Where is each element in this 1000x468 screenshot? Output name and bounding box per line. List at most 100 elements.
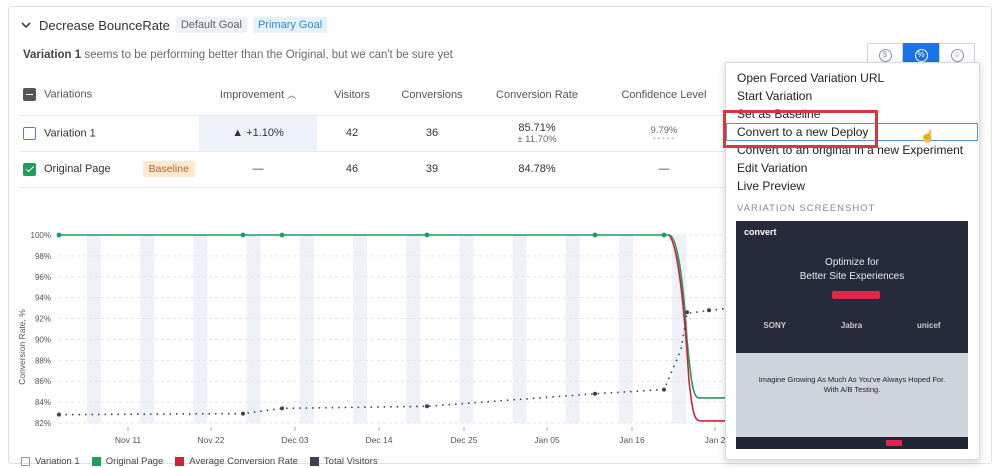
hand-cursor-icon: ☝ bbox=[920, 129, 935, 143]
legend-variation-1[interactable]: Variation 1 bbox=[21, 456, 80, 467]
y-tick-label: 100% bbox=[31, 231, 51, 240]
legend-total-visitors[interactable]: Total Visitors bbox=[309, 456, 378, 467]
weekend-band bbox=[512, 235, 527, 423]
y-tick-label: 82% bbox=[35, 419, 51, 428]
legend-average-rate[interactable]: Average Conversion Rate bbox=[175, 456, 298, 467]
screenshot-hero: convert Optimize for Better Site Experie… bbox=[736, 221, 968, 353]
screenshot-cta bbox=[832, 291, 880, 299]
variation-cell[interactable]: Original Page Baseline bbox=[19, 151, 199, 188]
weekend-band bbox=[87, 235, 101, 423]
menu-start-variation[interactable]: Start Variation bbox=[737, 89, 812, 103]
x-tick-label: Dec 14 bbox=[366, 435, 393, 445]
table-row: Variation 1 ▲ +1.10% 42 36 85.71% ± 11.70… bbox=[19, 115, 731, 152]
legend-original-page[interactable]: Original Page bbox=[91, 456, 163, 467]
col-variations[interactable]: Variations bbox=[19, 75, 199, 116]
screenshot-title: VARIATION SCREENSHOT bbox=[737, 203, 876, 214]
weekend-band bbox=[619, 235, 633, 423]
data-point bbox=[280, 406, 284, 411]
menu-live-preview[interactable]: Live Preview bbox=[737, 179, 805, 193]
x-tick-label: Jan 16 bbox=[619, 435, 645, 445]
y-tick-label: 96% bbox=[35, 273, 51, 282]
baseline-badge: Baseline bbox=[142, 161, 195, 177]
legend-swatch bbox=[175, 457, 185, 466]
data-point bbox=[662, 387, 666, 392]
conversions-cell: 36 bbox=[387, 115, 477, 152]
y-tick-label: 84% bbox=[35, 398, 51, 407]
weekend-band bbox=[406, 235, 421, 423]
data-point bbox=[240, 232, 246, 238]
legend-swatch bbox=[309, 457, 319, 466]
weekend-band bbox=[246, 235, 261, 423]
weekend-band bbox=[193, 235, 208, 423]
col-visitors[interactable]: Visitors bbox=[317, 75, 387, 116]
x-tick-label: Jan 2 bbox=[705, 435, 726, 445]
data-point bbox=[425, 404, 429, 409]
x-tick-label: Jan 05 bbox=[534, 435, 560, 445]
person-icon: ☺ bbox=[950, 48, 964, 62]
conversions-cell: 39 bbox=[387, 151, 477, 188]
variation-checkbox[interactable] bbox=[23, 162, 36, 176]
weekend-band bbox=[353, 235, 367, 423]
data-point bbox=[661, 232, 667, 238]
screenshot-headline-3: Imagine Growing As Much As You've Always… bbox=[758, 375, 946, 384]
percent-icon: % bbox=[914, 48, 928, 62]
goal-header[interactable]: Decrease BounceRate Default Goal Primary… bbox=[19, 15, 328, 35]
y-tick-label: 92% bbox=[35, 315, 51, 324]
data-point bbox=[56, 232, 62, 238]
screenshot-lower: Imagine Growing As Much As You've Always… bbox=[736, 353, 968, 449]
variation-screenshot[interactable]: convert Optimize for Better Site Experie… bbox=[736, 221, 968, 449]
screenshot-logo: convert bbox=[744, 227, 777, 237]
screenshot-headline-4: With A/B Testing. bbox=[823, 385, 881, 394]
legend-swatch bbox=[21, 457, 30, 466]
status-variation: Variation 1 bbox=[23, 49, 82, 61]
y-tick-label: 86% bbox=[35, 377, 51, 386]
menu-edit-variation[interactable]: Edit Variation bbox=[737, 161, 807, 175]
weekend-band bbox=[299, 235, 314, 423]
default-goal-tag: Default Goal bbox=[175, 17, 247, 33]
rate-cell: 84.78% bbox=[477, 151, 597, 188]
goal-title: Decrease BounceRate bbox=[39, 17, 170, 33]
data-point bbox=[57, 412, 61, 417]
col-conversions[interactable]: Conversions bbox=[387, 75, 477, 116]
screenshot-headline-1: Optimize for bbox=[825, 257, 879, 268]
weekend-band bbox=[459, 235, 474, 423]
chart-legend: Variation 1 Original Page Average Conver… bbox=[21, 456, 378, 467]
col-confidence[interactable]: Confidence Level bbox=[597, 75, 731, 116]
y-tick-label: 98% bbox=[35, 252, 51, 261]
x-tick-label: Dec 03 bbox=[282, 435, 309, 445]
data-point bbox=[279, 232, 285, 238]
data-point bbox=[424, 232, 430, 238]
data-point bbox=[707, 308, 711, 313]
select-all-checkbox[interactable] bbox=[23, 88, 36, 102]
data-point bbox=[685, 310, 689, 315]
highlight-box bbox=[723, 110, 878, 148]
rate-cell: 85.71% ± 11.70% bbox=[477, 115, 597, 152]
screenshot-headline-2: Better Site Experiences bbox=[799, 271, 905, 282]
sort-up-icon: ︿ bbox=[287, 90, 297, 101]
x-tick-label: Nov 11 bbox=[115, 435, 142, 445]
y-axis-label: Conversion Rate, % bbox=[17, 309, 27, 385]
primary-goal-tag: Primary Goal bbox=[252, 17, 328, 33]
variation-checkbox[interactable] bbox=[23, 126, 36, 140]
visitors-cell: 46 bbox=[317, 151, 387, 188]
confidence-cell: — bbox=[597, 151, 731, 188]
confidence-cell: 9.79% ●●●●● bbox=[597, 115, 731, 152]
data-point bbox=[593, 391, 597, 396]
table-row: Original Page Baseline — 46 39 84.78% — bbox=[19, 151, 731, 188]
chevron-down-icon[interactable] bbox=[19, 18, 33, 32]
screenshot-footer-bar bbox=[736, 437, 968, 449]
legend-swatch bbox=[91, 457, 101, 466]
y-tick-label: 88% bbox=[35, 356, 51, 365]
variation-context-menu: Open Forced Variation URL Start Variatio… bbox=[723, 62, 980, 460]
improvement-cell: — bbox=[199, 151, 317, 188]
data-point bbox=[241, 411, 245, 416]
visitors-cell: 42 bbox=[317, 115, 387, 152]
variations-table: Variations Improvement ︿ Visitors Convers… bbox=[19, 75, 731, 188]
weekend-band bbox=[140, 235, 155, 423]
status-text: seems to be performing better than the O… bbox=[81, 49, 453, 61]
col-improvement[interactable]: Improvement ︿ bbox=[199, 75, 317, 116]
col-conversion-rate[interactable]: Conversion Rate bbox=[477, 75, 597, 116]
menu-open-forced-url[interactable]: Open Forced Variation URL bbox=[737, 71, 884, 85]
variation-cell[interactable]: Variation 1 bbox=[19, 115, 199, 152]
x-tick-label: Nov 22 bbox=[198, 435, 225, 445]
